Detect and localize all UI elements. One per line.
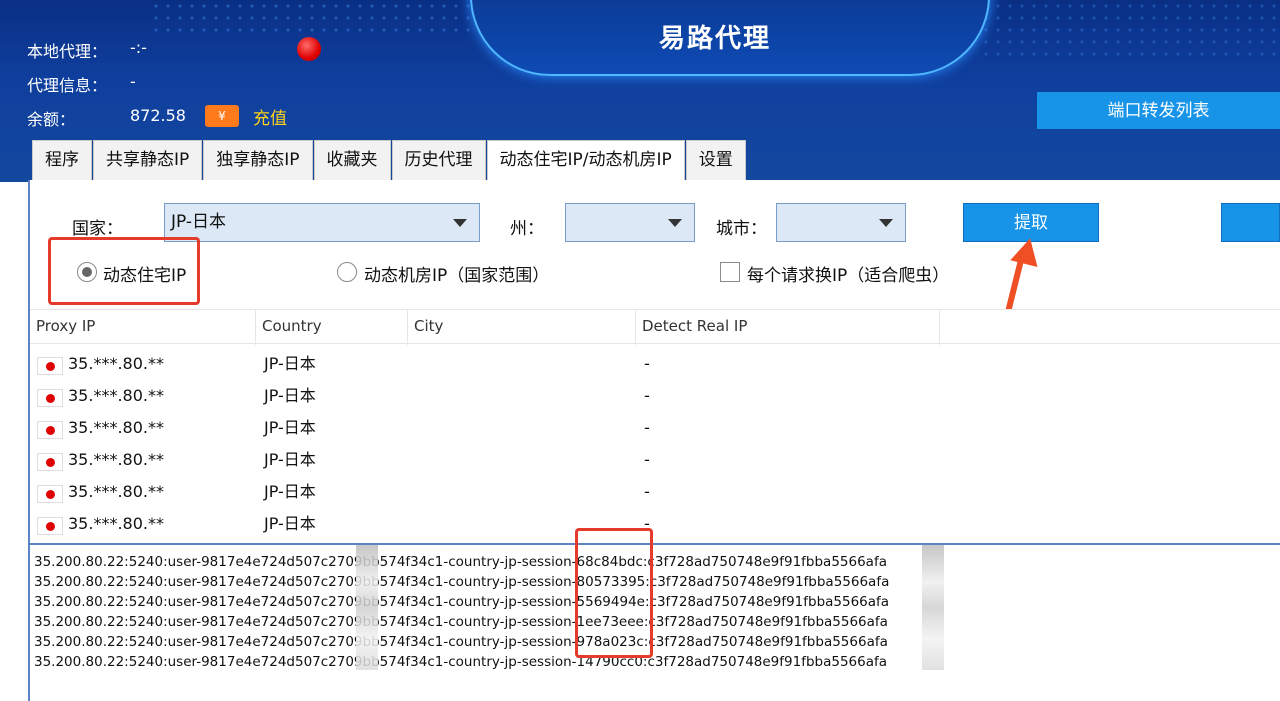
japan-flag-icon bbox=[37, 517, 63, 535]
blur-mask bbox=[356, 545, 378, 670]
proxy-ip-cell: 35.***.80.** bbox=[68, 514, 164, 533]
proxy-ip-cell: 35.***.80.** bbox=[68, 386, 164, 405]
japan-flag-icon bbox=[37, 485, 63, 503]
decorative-dots bbox=[980, 0, 1280, 60]
tab-history[interactable]: 历史代理 bbox=[391, 140, 486, 181]
local-proxy-label: 本地代理： bbox=[27, 42, 108, 61]
local-proxy-value: -:- bbox=[130, 38, 147, 57]
highlight-box bbox=[48, 237, 200, 305]
output-line: 35.200.80.22:5240:user-9817e4e724d507c27… bbox=[34, 574, 890, 590]
japan-flag-icon bbox=[37, 389, 63, 407]
tab-dynamic-ip[interactable]: 动态住宅IP/动态机房IP bbox=[486, 140, 685, 181]
country-select[interactable]: JP-日本 bbox=[164, 203, 480, 242]
state-label: 州： bbox=[510, 219, 544, 239]
output-line: 35.200.80.22:5240:user-9817e4e724d507c27… bbox=[34, 654, 888, 670]
recharge-link[interactable]: 充值 bbox=[253, 104, 287, 129]
table-row[interactable]: 35.***.80.** JP-日本 - bbox=[30, 348, 1280, 380]
output-textarea[interactable]: 35.200.80.22:5240:user-9817e4e724d507c27… bbox=[28, 543, 1280, 701]
radio-datacenter[interactable] bbox=[337, 262, 357, 282]
country-cell: JP-日本 bbox=[264, 386, 316, 405]
checkbox-rotate-ip[interactable] bbox=[720, 262, 740, 282]
chevron-down-icon bbox=[453, 219, 467, 227]
column-proxy-ip[interactable]: Proxy IP bbox=[30, 310, 256, 345]
status-light-icon bbox=[297, 37, 321, 61]
chevron-down-icon bbox=[879, 219, 893, 227]
country-cell: JP-日本 bbox=[264, 482, 316, 501]
balance-label: 余额： bbox=[27, 110, 76, 129]
secondary-button[interactable] bbox=[1221, 203, 1280, 242]
output-line: 35.200.80.22:5240:user-9817e4e724d507c27… bbox=[34, 594, 890, 610]
balance-value: 872.58 bbox=[130, 106, 186, 125]
country-cell: JP-日本 bbox=[264, 418, 316, 437]
column-detect-real-ip[interactable]: Detect Real IP bbox=[636, 310, 940, 345]
main-tabs: 程序 共享静态IP 独享静态IP 收藏夹 历史代理 动态住宅IP/动态机房IP … bbox=[32, 140, 747, 181]
tab-favorites[interactable]: 收藏夹 bbox=[313, 140, 391, 181]
city-label: 城市： bbox=[716, 219, 767, 239]
tab-shared-static-ip[interactable]: 共享静态IP bbox=[93, 140, 203, 181]
table-row[interactable]: 35.***.80.** JP-日本 - bbox=[30, 476, 1280, 508]
country-cell: JP-日本 bbox=[264, 514, 316, 533]
checkbox-rotate-label: 每个请求换IP（适合爬虫） bbox=[747, 266, 950, 286]
proxy-ip-cell: 35.***.80.** bbox=[68, 354, 164, 373]
chevron-down-icon bbox=[668, 219, 682, 227]
table-row[interactable]: 35.***.80.** JP-日本 - bbox=[30, 412, 1280, 444]
table-row[interactable]: 35.***.80.** JP-日本 - bbox=[30, 508, 1280, 540]
proxy-ip-cell: 35.***.80.** bbox=[68, 482, 164, 501]
tab-program[interactable]: 程序 bbox=[32, 140, 92, 181]
table-row[interactable]: 35.***.80.** JP-日本 - bbox=[30, 380, 1280, 412]
proxy-info-value: - bbox=[130, 72, 136, 91]
country-cell: JP-日本 bbox=[264, 450, 316, 469]
output-line: 35.200.80.22:5240:user-9817e4e724d507c27… bbox=[34, 634, 888, 650]
decorative-dots bbox=[150, 0, 470, 40]
table-row[interactable]: 35.***.80.** JP-日本 - bbox=[30, 444, 1280, 476]
state-select[interactable] bbox=[565, 203, 695, 242]
tab-settings[interactable]: 设置 bbox=[685, 140, 746, 181]
detect-cell: - bbox=[644, 354, 650, 373]
detect-cell: - bbox=[644, 386, 650, 405]
japan-flag-icon bbox=[37, 357, 63, 375]
country-label: 国家： bbox=[72, 219, 123, 239]
highlight-box bbox=[575, 528, 653, 658]
detect-cell: - bbox=[644, 482, 650, 501]
detect-cell: - bbox=[644, 418, 650, 437]
port-forward-list-button[interactable]: 端口转发列表 bbox=[1037, 92, 1280, 129]
radio-datacenter-label: 动态机房IP（国家范围） bbox=[364, 266, 550, 286]
country-cell: JP-日本 bbox=[264, 354, 316, 373]
proxy-info-label: 代理信息： bbox=[27, 76, 108, 95]
output-line: 35.200.80.22:5240:user-9817e4e724d507c27… bbox=[34, 614, 888, 630]
japan-flag-icon bbox=[37, 453, 63, 471]
tab-dedicated-static-ip[interactable]: 独享静态IP bbox=[203, 140, 313, 181]
country-select-value: JP-日本 bbox=[171, 212, 227, 232]
blur-mask bbox=[922, 545, 944, 670]
app-title: 易路代理 bbox=[658, 24, 771, 54]
ticket-icon[interactable]: ¥ bbox=[205, 105, 239, 127]
proxy-table-header: Proxy IP Country City Detect Real IP bbox=[30, 309, 1280, 345]
proxy-ip-cell: 35.***.80.** bbox=[68, 450, 164, 469]
proxy-ip-cell: 35.***.80.** bbox=[68, 418, 164, 437]
extract-button[interactable]: 提取 bbox=[963, 203, 1099, 242]
japan-flag-icon bbox=[37, 421, 63, 439]
output-line: 35.200.80.22:5240:user-9817e4e724d507c27… bbox=[34, 554, 887, 570]
city-select[interactable] bbox=[776, 203, 906, 242]
detect-cell: - bbox=[644, 450, 650, 469]
column-country[interactable]: Country bbox=[256, 310, 408, 345]
column-city[interactable]: City bbox=[408, 310, 636, 345]
